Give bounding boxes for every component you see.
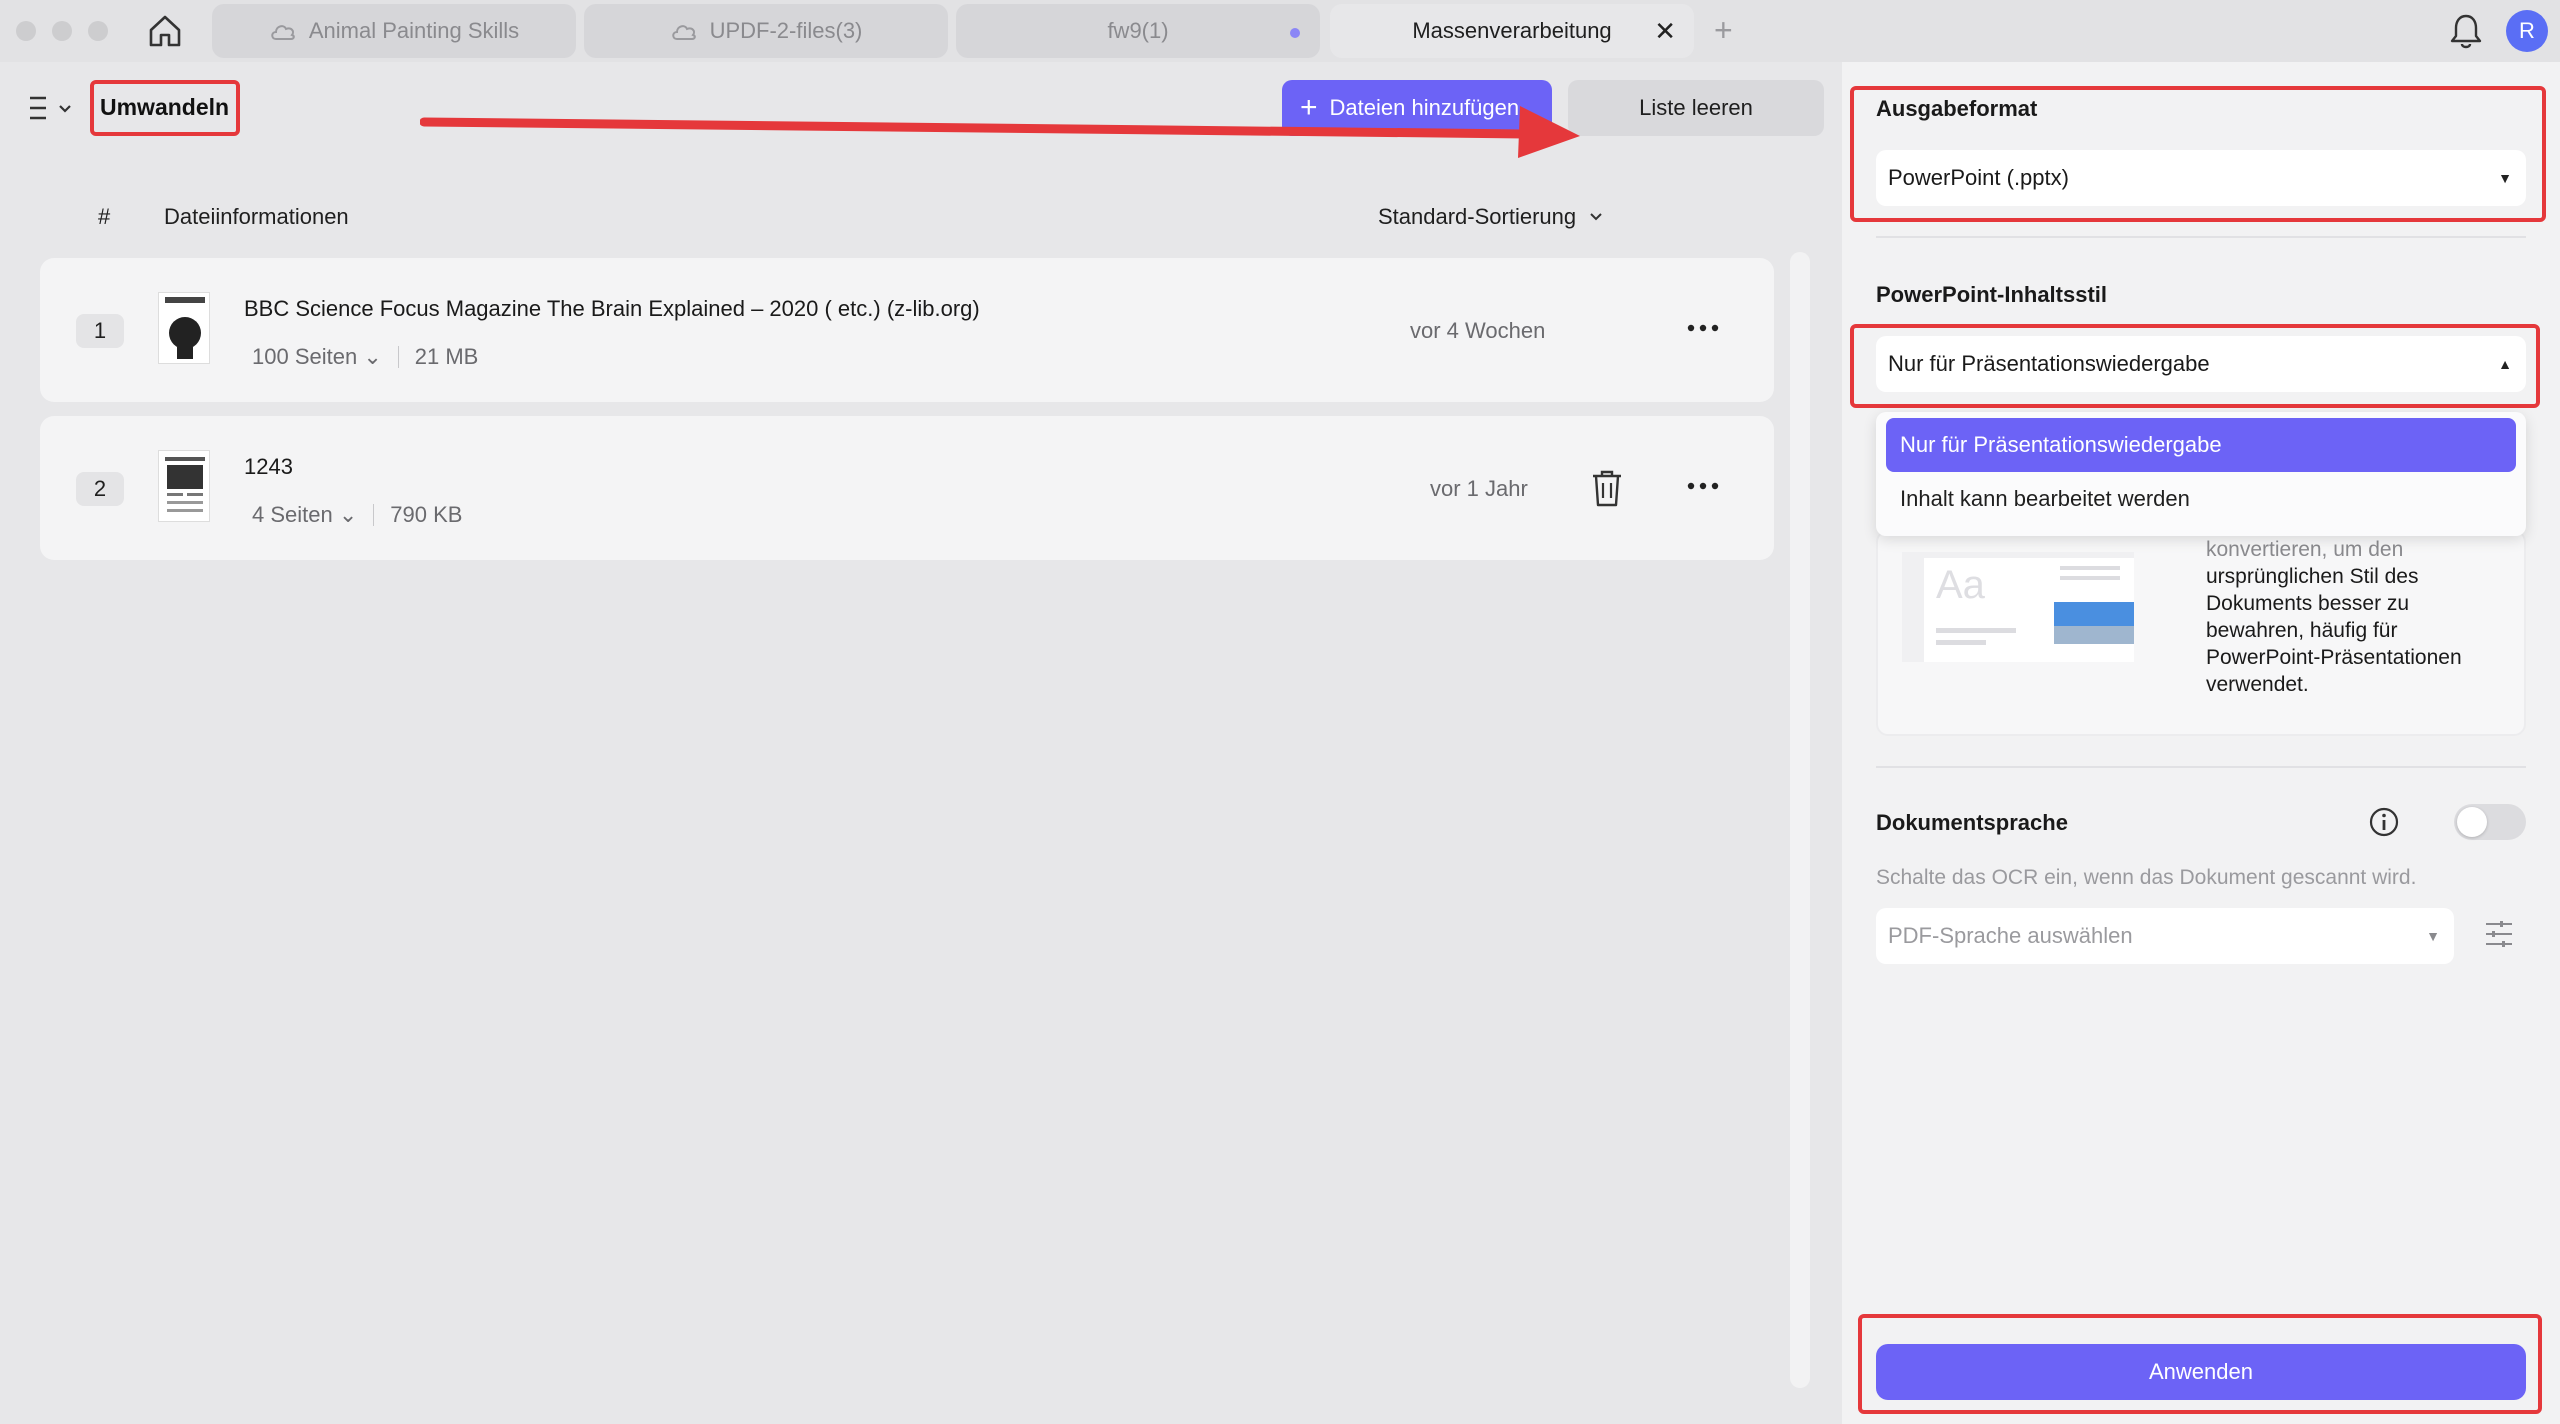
scrollbar[interactable]: [1790, 252, 1810, 1388]
ocr-toggle[interactable]: [2454, 804, 2526, 840]
add-files-button[interactable]: + Dateien hinzufügen: [1282, 80, 1552, 136]
divider: [1876, 766, 2526, 768]
style-description: konvertieren, um den ursprünglichen Stil…: [2206, 538, 2462, 696]
dropdown-option-editable[interactable]: Inhalt kann bearbeitet werden: [1886, 472, 2516, 526]
tab-updf-files[interactable]: UPDF-2-files(3): [584, 4, 948, 58]
style-preview-card: Aa konvertieren, um den ursprünglichen S…: [1876, 530, 2526, 736]
pdf-language-select[interactable]: PDF-Sprache auswählen ▼: [1876, 908, 2454, 964]
dropdown-option-presentation[interactable]: Nur für Präsentationswiedergabe: [1886, 418, 2516, 472]
caret-down-icon: ▼: [2498, 170, 2512, 186]
bell-icon[interactable]: [2448, 12, 2484, 50]
page-count-dropdown[interactable]: 100 Seiten ⌄: [252, 344, 382, 370]
file-size: 790 KB: [390, 502, 463, 527]
content-style-select[interactable]: Nur für Präsentationswiedergabe ▲: [1876, 336, 2526, 392]
window-minimize-button[interactable]: [52, 21, 72, 41]
document-language-label: Dokumentsprache: [1876, 810, 2068, 835]
file-meta: 4 Seiten ⌄ 790 KB: [252, 502, 462, 528]
apply-button[interactable]: Anwenden: [1876, 1344, 2526, 1400]
sliders-icon[interactable]: [2484, 914, 2514, 954]
tab-label: UPDF-2-files(3): [709, 18, 863, 43]
tab-fw9[interactable]: fw9(1): [956, 4, 1320, 58]
file-row[interactable]: 1 BBC Science Focus Magazine The Brain E…: [40, 258, 1774, 402]
file-row[interactable]: 2 1243 4 Seiten ⌄ 790 KB vor 1 Jahr: [40, 416, 1774, 560]
file-thumbnail: [158, 292, 210, 364]
info-icon[interactable]: [2368, 806, 2400, 838]
title-bar: Animal Painting Skills UPDF-2-files(3) f…: [0, 0, 2560, 62]
column-header-number: #: [98, 204, 111, 229]
tab-massenverarbeitung[interactable]: Massenverarbeitung ✕: [1330, 4, 1694, 58]
new-tab-icon[interactable]: +: [1714, 12, 1733, 49]
slide-preview-image: Aa: [1902, 552, 2134, 662]
file-size: 21 MB: [414, 344, 479, 369]
clear-list-button[interactable]: Liste leeren: [1568, 80, 1824, 136]
close-tab-icon[interactable]: ✕: [1654, 16, 1676, 47]
tab-label: fw9(1): [1107, 18, 1169, 43]
menu-icon[interactable]: [28, 94, 74, 124]
svg-text:Aa: Aa: [1936, 563, 1986, 607]
cloud-icon: [271, 25, 295, 40]
page-count-dropdown[interactable]: 4 Seiten ⌄: [252, 502, 357, 528]
tab-label: Animal Painting Skills: [308, 18, 520, 43]
file-date: vor 1 Jahr: [1430, 476, 1528, 501]
file-name: 1243: [244, 454, 293, 479]
content-style-dropdown: Nur für Präsentationswiedergabe Inhalt k…: [1876, 412, 2526, 536]
add-files-label: Dateien hinzufügen: [1329, 95, 1520, 120]
row-number: 1: [76, 314, 124, 348]
tab-label: Massenverarbeitung: [1412, 18, 1612, 43]
output-format-select[interactable]: PowerPoint (.pptx) ▼: [1876, 150, 2526, 206]
window-close-button[interactable]: [16, 21, 36, 41]
ocr-hint-text: Schalte das OCR ein, wenn das Dokument g…: [1876, 866, 2417, 889]
window-zoom-button[interactable]: [88, 21, 108, 41]
file-meta: 100 Seiten ⌄ 21 MB: [252, 344, 478, 370]
more-options-icon[interactable]: [1686, 476, 1720, 496]
caret-down-icon: ▼: [2426, 928, 2440, 944]
divider: [1876, 236, 2526, 238]
output-format-label: Ausgabeformat: [1876, 96, 2038, 121]
file-date: vor 4 Wochen: [1410, 318, 1546, 343]
content-style-label: PowerPoint-Inhaltsstil: [1876, 282, 2108, 307]
tab-animal-painting[interactable]: Animal Painting Skills: [212, 4, 576, 58]
file-thumbnail: [158, 450, 210, 522]
plus-icon: +: [1300, 91, 1318, 124]
unsaved-dot-icon: [1290, 28, 1300, 38]
column-header-file-info: Dateiinformationen: [164, 204, 349, 229]
cloud-icon: [671, 25, 696, 40]
sort-dropdown[interactable]: Standard-Sortierung: [1378, 204, 1604, 230]
page-title: Umwandeln: [100, 94, 230, 120]
row-number: 2: [76, 472, 124, 506]
more-options-icon[interactable]: [1686, 318, 1720, 338]
caret-up-icon: ▲: [2498, 356, 2512, 372]
settings-panel: [1842, 62, 2560, 1424]
chevron-down-icon: [1590, 213, 1602, 221]
home-icon[interactable]: [146, 12, 184, 50]
sort-label: Standard-Sortierung: [1378, 204, 1577, 229]
file-name: BBC Science Focus Magazine The Brain Exp…: [244, 296, 980, 321]
trash-icon[interactable]: [1590, 468, 1624, 508]
avatar[interactable]: R: [2506, 10, 2548, 52]
